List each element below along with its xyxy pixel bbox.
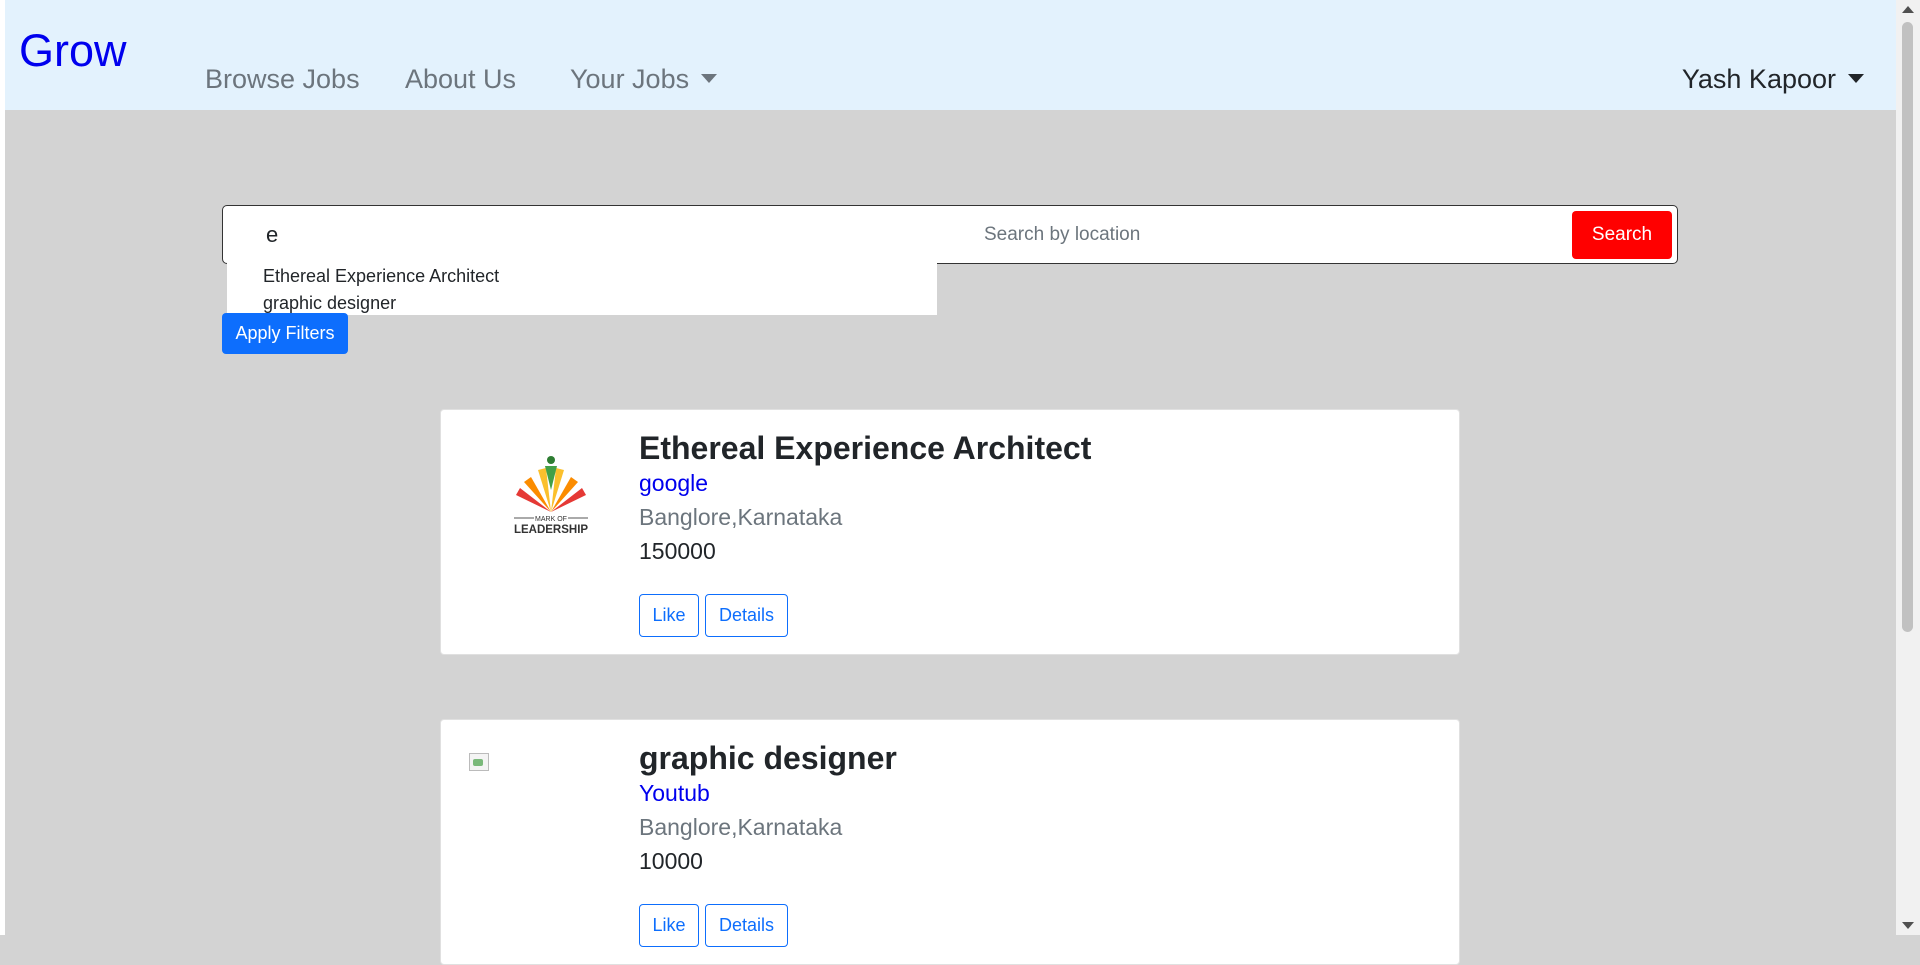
nav-your-jobs-dropdown[interactable]: Your Jobs [570,64,718,94]
scroll-up-arrow-icon[interactable] [1902,6,1914,13]
job-card: graphic designer Youtub Banglore,Karnata… [440,719,1460,965]
search-button[interactable]: Search [1572,211,1672,259]
autocomplete-suggestions: Ethereal Experience Architect graphic de… [227,263,937,315]
like-button[interactable]: Like [639,594,699,637]
logo-text-bottom: LEADERSHIP [514,524,588,536]
user-name: Yash Kapoor [1681,64,1836,94]
suggestion-item[interactable]: Ethereal Experience Architect [227,263,937,290]
details-button[interactable]: Details [705,594,788,637]
job-location: Banglore,Karnataka [639,814,843,840]
nav-your-jobs-label: Your Jobs [570,64,690,94]
company-logo: MARK OF LEADERSHIP [514,456,588,536]
scroll-down-arrow-icon[interactable] [1902,922,1914,929]
navbar: Grow Browse Jobs About Us Your Jobs Yash… [5,0,1896,110]
logo-text-top: MARK OF [535,516,567,523]
job-salary: 150000 [639,538,716,564]
search-bar: Search [222,205,1678,264]
company-link[interactable]: Youtub [639,780,710,807]
caret-down-icon [701,74,718,83]
caret-down-icon [1848,74,1864,83]
job-location: Banglore,Karnataka [639,504,843,530]
broken-image-icon [469,753,489,771]
job-title: graphic designer [639,740,897,776]
like-button[interactable]: Like [639,904,699,947]
company-link[interactable]: google [639,470,708,497]
job-title: Ethereal Experience Architect [639,430,1092,466]
apply-filters-button[interactable]: Apply Filters [222,313,348,354]
job-card: MARK OF LEADERSHIP Ethereal Experience A… [440,409,1460,655]
user-menu-dropdown[interactable]: Yash Kapoor [1682,66,1864,93]
location-search-input[interactable] [958,210,1578,260]
vertical-scrollbar[interactable] [1896,0,1920,935]
keyword-search-input[interactable] [228,210,938,260]
window-edge [0,0,5,935]
job-salary: 10000 [639,848,703,874]
brand-logo-link[interactable]: Grow [19,28,127,73]
nav-about-us[interactable]: About Us [405,66,516,93]
scrollbar-thumb[interactable] [1902,22,1913,632]
nav-browse-jobs[interactable]: Browse Jobs [205,66,360,93]
details-button[interactable]: Details [705,904,788,947]
